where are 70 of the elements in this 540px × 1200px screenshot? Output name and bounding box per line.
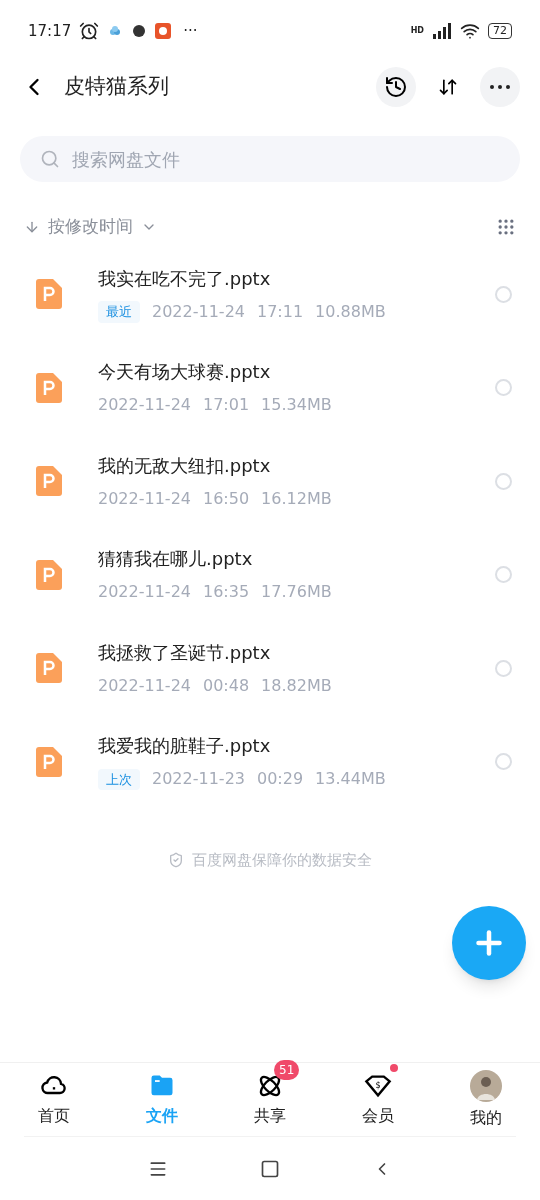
file-date: 2022-11-24 — [98, 394, 191, 417]
presentation-file-icon — [36, 279, 62, 310]
file-date: 2022-11-24 — [152, 300, 245, 323]
history-button[interactable] — [376, 67, 416, 107]
select-radio[interactable] — [495, 659, 512, 677]
file-time: 16:50 — [203, 487, 250, 510]
file-date: 2022-11-23 — [152, 768, 245, 791]
file-name: 我拯救了圣诞节.pptx — [98, 640, 272, 665]
file-row[interactable]: 今天有场大球赛.pptx 2022-11-24 17:01 15.34MB — [0, 341, 540, 435]
file-size: 17.76MB — [261, 581, 332, 604]
avatar-icon — [470, 1069, 502, 1102]
file-date: 2022-11-24 — [98, 581, 191, 604]
app-icon — [155, 23, 172, 39]
select-radio[interactable] — [495, 566, 512, 584]
battery-indicator: 72 — [488, 23, 512, 39]
file-row[interactable]: 我爱我的脏鞋子.pptx 上次 2022-11-23 00:29 13.44MB — [0, 715, 540, 809]
select-radio[interactable] — [495, 285, 512, 303]
file-time: 17:11 — [257, 300, 304, 323]
alarm-icon — [79, 21, 100, 41]
presentation-file-icon — [36, 746, 62, 777]
presentation-file-icon — [36, 372, 62, 403]
history-icon — [384, 75, 408, 99]
more-notifications: ··· — [183, 20, 198, 42]
presentation-file-icon — [36, 466, 62, 497]
file-name: 猜猜我在哪儿.pptx — [98, 547, 254, 572]
file-size: 18.82MB — [261, 674, 332, 697]
page-title: 皮特猫系列 — [64, 73, 169, 101]
file-row[interactable]: 我拯救了圣诞节.pptx 2022-11-24 00:48 18.82MB — [0, 621, 540, 715]
home-icon[interactable] — [260, 1158, 280, 1179]
file-time: 00:29 — [257, 768, 304, 791]
file-time: 00:48 — [203, 674, 250, 697]
nav-tab[interactable]: 我的 — [470, 1069, 502, 1130]
file-row[interactable]: 猜猜我在哪儿.pptx 2022-11-24 16:35 17.76MB — [0, 528, 540, 622]
file-date: 2022-11-24 — [98, 487, 191, 510]
sort-icon — [438, 77, 458, 97]
file-size: 10.88MB — [315, 300, 386, 323]
dot-icon — [131, 23, 148, 39]
file-name: 我的无敌大纽扣.pptx — [98, 453, 272, 478]
file-tag: 上次 — [98, 768, 140, 790]
file-name: 我爱我的脏鞋子.pptx — [98, 734, 272, 759]
file-time: 16:35 — [203, 581, 250, 604]
wifi-icon — [460, 21, 480, 41]
presentation-file-icon — [36, 653, 62, 684]
nav-tab[interactable]: $ 会员 — [362, 1071, 394, 1128]
select-radio[interactable] — [495, 379, 512, 397]
more-button[interactable] — [480, 67, 520, 107]
more-icon — [490, 85, 510, 89]
file-row[interactable]: 我的无敌大纽扣.pptx 2022-11-24 16:50 16.12MB — [0, 434, 540, 528]
search-icon — [40, 149, 60, 169]
presentation-file-icon — [36, 559, 62, 590]
add-button[interactable] — [452, 906, 526, 980]
file-name: 今天有场大球赛.pptx — [98, 360, 272, 385]
security-note: 百度网盘保障你的数据安全 — [192, 849, 372, 871]
search-field[interactable]: 搜索网盘文件 — [20, 136, 520, 182]
file-time: 17:01 — [203, 394, 250, 417]
network-label: HD — [410, 25, 424, 37]
shield-icon — [168, 851, 184, 868]
file-name: 我实在吃不完了.pptx — [98, 266, 272, 291]
file-row[interactable]: 我实在吃不完了.pptx 最近 2022-11-24 17:11 10.88MB — [0, 247, 540, 341]
notification-badge: 51 — [274, 1059, 300, 1080]
file-size: 16.12MB — [261, 487, 332, 510]
file-size: 13.44MB — [315, 768, 386, 791]
file-size: 15.34MB — [261, 394, 332, 417]
signal-icon — [432, 23, 452, 39]
status-time: 17:17 — [28, 20, 72, 42]
select-radio[interactable] — [495, 753, 512, 771]
select-radio[interactable] — [495, 472, 512, 490]
nav-tab[interactable]: 首页 — [38, 1071, 70, 1128]
file-date: 2022-11-24 — [98, 674, 191, 697]
file-tag: 最近 — [98, 301, 140, 323]
